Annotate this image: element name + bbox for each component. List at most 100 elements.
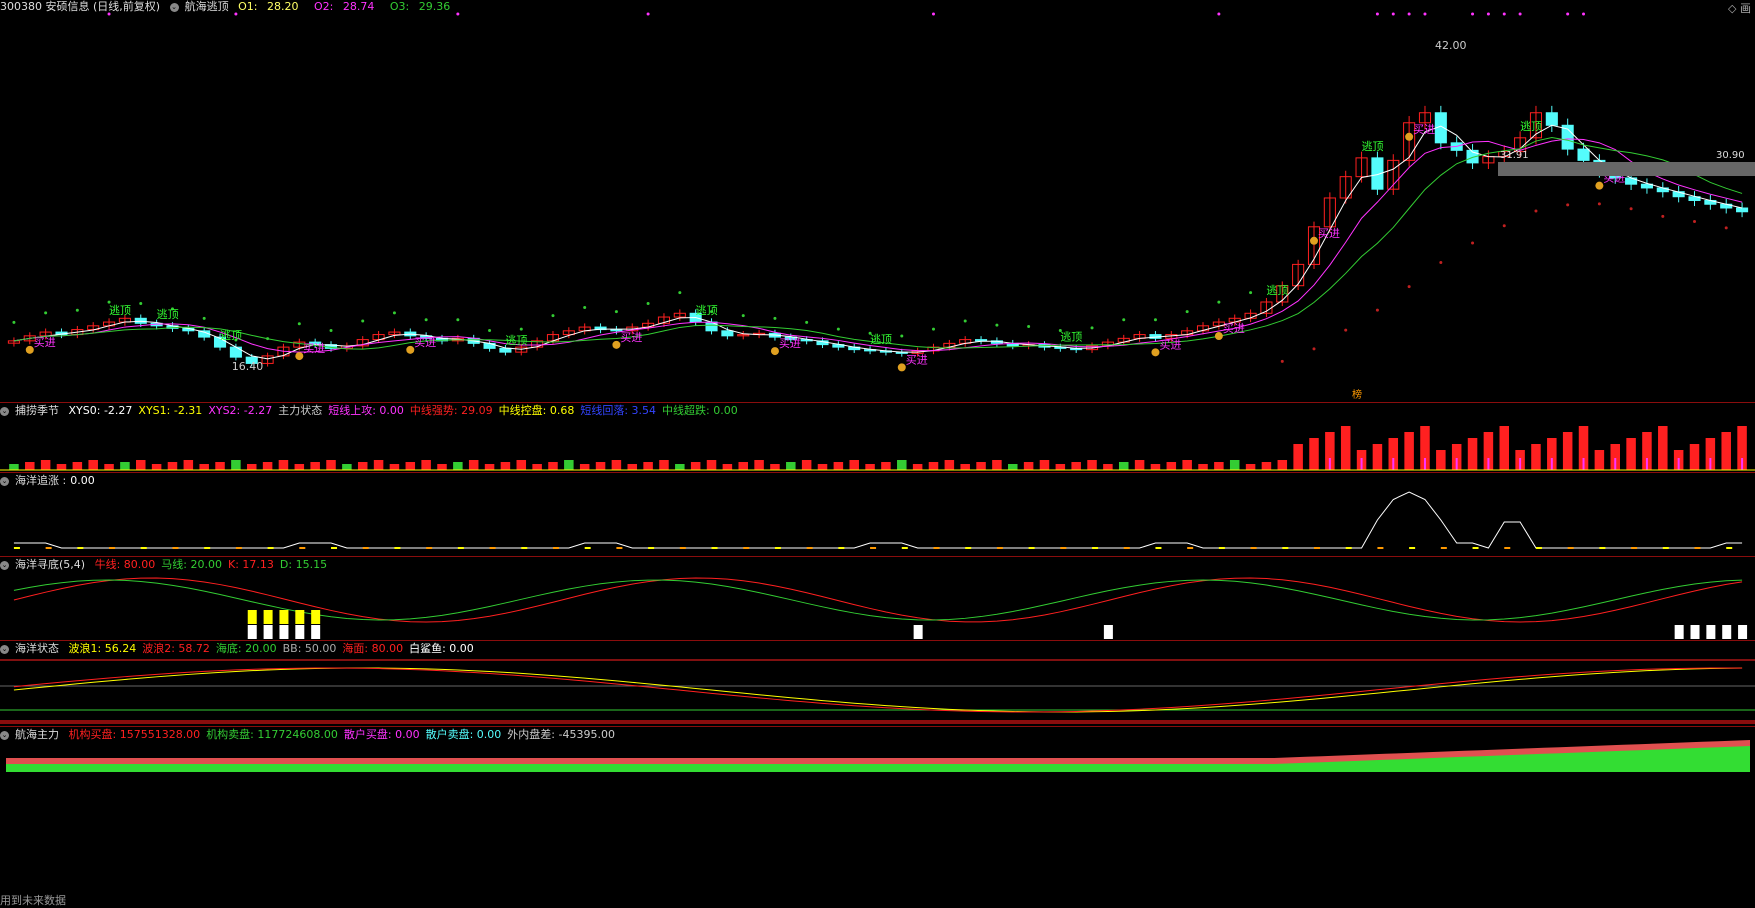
capture-bar	[706, 460, 717, 470]
stop-dot	[1566, 203, 1570, 207]
stop-dot	[1312, 347, 1316, 351]
capture-bar	[1658, 426, 1668, 470]
stop-dot	[551, 314, 555, 318]
capture-bar-magenta	[1677, 458, 1680, 470]
sell-tag: 逃顶	[696, 304, 718, 317]
stop-dot	[614, 310, 618, 314]
capture-bar	[1467, 438, 1478, 470]
chase-dash	[362, 547, 369, 549]
stop-dot	[361, 319, 365, 323]
capture-bar-magenta	[1487, 458, 1490, 470]
stock-chart[interactable]: 买进 买进 买进 买进 买进买进买进买进买进买进买进逃顶 逃顶逃顶 逃顶逃顶逃顶 逃顶逃顶逃顶…	[0, 0, 1755, 908]
chase-dash	[806, 547, 813, 549]
capture-bar	[72, 462, 83, 470]
signal-dot	[931, 12, 935, 16]
stop-dot	[12, 320, 16, 324]
bottom-signal-white	[263, 625, 273, 639]
chase-dash	[616, 547, 623, 549]
chase-dash	[1694, 547, 1701, 549]
capture-bar	[611, 460, 622, 470]
capture-bar-magenta	[1392, 458, 1395, 470]
sell-tag: 逃顶	[870, 333, 892, 346]
buy-tag: 买进	[906, 353, 928, 366]
capture-bar	[437, 464, 447, 470]
buy-tag: 买进	[1318, 227, 1340, 240]
stop-dot	[1027, 324, 1031, 328]
capture-bar	[1055, 464, 1066, 470]
capture-bar	[801, 460, 812, 470]
capture-bar	[1103, 464, 1113, 470]
stop-dot	[963, 319, 967, 323]
stop-dot	[931, 327, 935, 331]
money-bag-icon	[25, 345, 34, 354]
capture-bar-magenta	[1582, 458, 1585, 470]
capture-bar	[833, 462, 844, 470]
stop-dot	[329, 329, 333, 333]
chase-dash	[1472, 547, 1479, 549]
price-right-1: 31.91	[1500, 150, 1529, 161]
signal-dot	[107, 12, 111, 16]
candle-body	[1545, 112, 1558, 126]
money-bag-icon	[612, 340, 621, 349]
capture-bar	[627, 464, 638, 470]
capture-bar	[786, 462, 796, 470]
sell-tag: 逃顶	[1520, 120, 1542, 133]
capture-bar-magenta	[1360, 458, 1363, 470]
bottom-signal-yellow	[295, 610, 305, 624]
sell-tag: 逃顶	[1362, 140, 1384, 153]
buy-tag: 买进	[34, 336, 56, 349]
bottom-signal-yellow	[311, 610, 321, 624]
p4-base-band	[0, 720, 1755, 724]
chase-dash	[1726, 547, 1733, 549]
signal-dot	[234, 12, 238, 16]
stop-dot	[1597, 202, 1601, 206]
wave1-line	[13, 667, 1743, 713]
capture-bar	[722, 464, 733, 470]
signal-dot	[1486, 12, 1490, 16]
capture-bar	[1008, 464, 1018, 470]
capture-bar	[960, 464, 970, 470]
capture-bar	[262, 462, 273, 470]
capture-bar	[881, 462, 891, 470]
capture-bar	[151, 464, 162, 470]
signal-dot	[1217, 12, 1221, 16]
capture-bar	[484, 464, 495, 470]
capture-bar	[357, 462, 368, 470]
stop-dot	[1724, 226, 1728, 230]
buy-tag: 买进	[779, 337, 801, 350]
bottom-signal-white	[1674, 625, 1684, 639]
chase-dash	[648, 547, 655, 549]
stop-dot	[1534, 209, 1538, 213]
chase-dash	[996, 547, 1003, 549]
capture-bar	[294, 464, 305, 470]
chase-dash	[1123, 547, 1130, 549]
buy-tag: 买进	[414, 336, 436, 349]
capture-bar-magenta	[1614, 458, 1617, 470]
capture-bar	[500, 462, 511, 470]
chase-dash	[1599, 547, 1606, 549]
capture-bar	[659, 460, 669, 470]
capture-bar-magenta	[1645, 458, 1648, 470]
stop-dot	[1629, 207, 1633, 211]
capture-bar	[1229, 460, 1240, 470]
ma-line-2	[13, 138, 1743, 353]
signal-dot	[1375, 12, 1379, 16]
capture-bar	[468, 460, 479, 470]
capture-bar	[1562, 432, 1573, 470]
capture-bar	[1182, 460, 1192, 470]
future-data-note: 用到未来数据	[0, 894, 66, 907]
capture-bar-magenta	[1709, 458, 1712, 470]
capture-bar	[1245, 464, 1256, 470]
stop-dot	[456, 318, 460, 322]
capture-bar	[326, 460, 336, 470]
stop-dot	[1280, 359, 1284, 363]
capture-bar	[595, 462, 606, 470]
signal-dot	[1471, 12, 1475, 16]
sell-tag: 逃顶	[157, 308, 179, 321]
bottom-signal-white	[1738, 625, 1748, 639]
capture-bar	[278, 460, 289, 470]
bang-tag: 榜	[1352, 388, 1362, 401]
capture-bar	[643, 462, 653, 470]
stop-dot	[75, 308, 79, 312]
chase-dash	[267, 547, 274, 549]
